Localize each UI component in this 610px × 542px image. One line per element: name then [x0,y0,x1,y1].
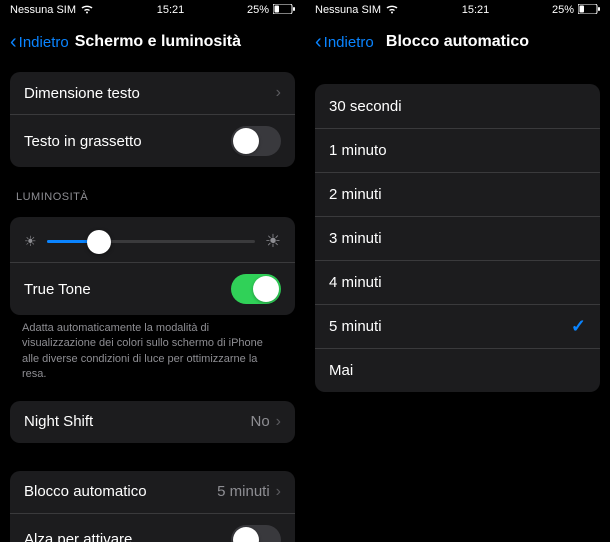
auto-lock-value: 5 minuti [217,483,270,500]
raise-to-wake-row[interactable]: Alza per attivare [10,513,295,542]
time-text: 15:21 [157,4,185,16]
option-label: Mai [329,362,353,379]
phone-left: Nessuna SIM 15:21 25% ‹ Indietro Schermo… [0,0,305,542]
nav-bar: ‹ Indietro Blocco automatico [305,20,610,64]
auto-lock-option[interactable]: 1 minuto [315,128,600,172]
option-label: 1 minuto [329,142,387,159]
option-label: 2 minuti [329,186,382,203]
settings-content[interactable]: Dimensione testo › Testo in grassetto LU… [0,64,305,542]
carrier-text: Nessuna SIM [315,4,381,16]
checkmark-icon: ✓ [571,316,586,337]
auto-lock-options: 30 secondi 1 minuto 2 minuti 3 minuti 4 minu… [315,84,600,392]
chevron-left-icon: ‹ [315,32,322,52]
brightness-low-icon: ☀ [24,233,37,250]
chevron-left-icon: ‹ [10,32,17,52]
true-tone-label: True Tone [24,281,91,298]
auto-lock-option[interactable]: 2 minuti [315,172,600,216]
option-label: 5 minuti [329,318,382,335]
status-bar: Nessuna SIM 15:21 25% [305,0,610,20]
battery-text: 25% [247,4,269,16]
brightness-slider[interactable] [47,240,255,243]
text-size-label: Dimensione testo [24,85,140,102]
bold-text-row[interactable]: Testo in grassetto [10,114,295,167]
night-shift-group: Night Shift No › [10,401,295,443]
option-label: 4 minuti [329,274,382,291]
battery-icon [578,4,600,17]
lock-group: Blocco automatico 5 minuti › Alza per at… [10,471,295,542]
auto-lock-row[interactable]: Blocco automatico 5 minuti › [10,471,295,513]
auto-lock-option[interactable]: 3 minuti [315,216,600,260]
nav-bar: ‹ Indietro Schermo e luminosità [0,20,305,64]
status-bar: Nessuna SIM 15:21 25% [0,0,305,20]
chevron-right-icon: › [276,483,281,501]
battery-icon [273,4,295,17]
true-tone-description: Adatta automaticamente la modalità di vi… [0,315,305,387]
auto-lock-label: Blocco automatico [24,483,147,500]
chevron-right-icon: › [276,413,281,431]
text-size-row[interactable]: Dimensione testo › [10,72,295,114]
night-shift-value: No [250,413,269,430]
wifi-icon [385,4,399,17]
auto-lock-option[interactable]: 4 minuti [315,260,600,304]
time-text: 15:21 [462,4,490,16]
auto-lock-option[interactable]: 5 minuti ✓ [315,304,600,348]
page-title: Blocco automatico [386,33,529,51]
night-shift-row[interactable]: Night Shift No › [10,401,295,443]
option-label: 3 minuti [329,230,382,247]
auto-lock-option[interactable]: 30 secondi [315,84,600,128]
page-title: Schermo e luminosità [75,33,241,51]
bold-text-toggle[interactable] [231,126,281,156]
option-label: 30 secondi [329,98,402,115]
battery-text: 25% [552,4,574,16]
carrier-text: Nessuna SIM [10,4,76,16]
back-label: Indietro [19,34,69,51]
text-group: Dimensione testo › Testo in grassetto [10,72,295,167]
back-button[interactable]: ‹ Indietro [315,32,374,52]
raise-to-wake-toggle[interactable] [231,525,281,542]
true-tone-row[interactable]: True Tone [10,262,295,315]
auto-lock-option[interactable]: Mai [315,348,600,392]
options-content[interactable]: 30 secondi 1 minuto 2 minuti 3 minuti 4 minu… [305,64,610,542]
brightness-high-icon: ☀ [265,231,281,252]
phone-right: Nessuna SIM 15:21 25% ‹ Indietro Blocco … [305,0,610,542]
back-button[interactable]: ‹ Indietro [10,32,69,52]
bold-text-label: Testo in grassetto [24,133,142,150]
wifi-icon [80,4,94,17]
brightness-slider-row: ☀ ☀ [10,217,295,262]
brightness-header: LUMINOSITÀ [0,167,305,209]
back-label: Indietro [324,34,374,51]
brightness-group: ☀ ☀ True Tone [10,217,295,315]
night-shift-label: Night Shift [24,413,93,430]
true-tone-toggle[interactable] [231,274,281,304]
chevron-right-icon: › [276,84,281,102]
raise-to-wake-label: Alza per attivare [24,531,132,542]
